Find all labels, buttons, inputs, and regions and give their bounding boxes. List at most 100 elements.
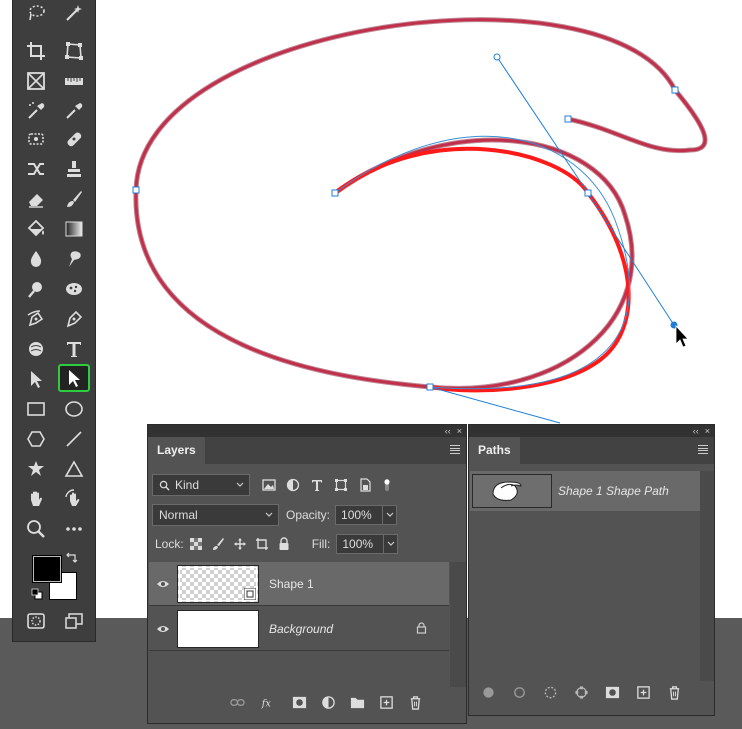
- more-tools-button[interactable]: [59, 516, 89, 542]
- paint-bucket-tool[interactable]: [21, 216, 51, 242]
- content-aware-move-tool[interactable]: [21, 156, 51, 182]
- blend-mode-dropdown[interactable]: Normal: [152, 504, 279, 526]
- lock-artboard-icon[interactable]: [253, 535, 271, 553]
- new-adjustment-layer-icon[interactable]: [319, 693, 337, 711]
- sponge-tool[interactable]: [59, 276, 89, 302]
- curvature-pen-tool[interactable]: [21, 306, 51, 332]
- visibility-toggle[interactable]: [149, 624, 177, 634]
- direction-handle-top[interactable]: [493, 53, 501, 61]
- anchor-point[interactable]: [331, 189, 339, 197]
- filter-smart-object-icon[interactable]: [356, 476, 374, 494]
- panel-menu-icon[interactable]: [450, 445, 460, 454]
- dodge-tool[interactable]: [21, 276, 51, 302]
- mixer-brush-tool[interactable]: [21, 336, 51, 362]
- custom-shape-tool[interactable]: [21, 456, 51, 482]
- lock-image-pixels-icon[interactable]: [209, 535, 227, 553]
- new-path-icon[interactable]: [634, 683, 652, 701]
- spot-healing-tool[interactable]: [21, 126, 51, 152]
- ellipse-tool[interactable]: [59, 396, 89, 422]
- load-as-selection-icon[interactable]: [541, 683, 559, 701]
- filter-type-icon[interactable]: [308, 476, 326, 494]
- filter-shape-icon[interactable]: [332, 476, 350, 494]
- layer-row-shape-1[interactable]: Shape 1: [149, 562, 449, 606]
- layer-row-background[interactable]: Background: [149, 607, 449, 651]
- fill-dropdown-button[interactable]: [384, 534, 399, 554]
- filter-toggle-switch[interactable]: [378, 476, 396, 494]
- opacity-dropdown-button[interactable]: [383, 505, 398, 525]
- lock-all-icon[interactable]: [275, 535, 293, 553]
- line-tool[interactable]: [59, 426, 89, 452]
- screen-mode-button[interactable]: [59, 608, 89, 634]
- pen-tool[interactable]: [59, 306, 89, 332]
- delete-path-icon[interactable]: [665, 683, 683, 701]
- gradient-tool[interactable]: [59, 216, 89, 242]
- direct-selection-tool[interactable]: [58, 364, 90, 392]
- collapse-panel-button[interactable]: ‹‹: [445, 426, 451, 436]
- filter-adjustment-icon[interactable]: [284, 476, 302, 494]
- eye-icon: [157, 580, 169, 587]
- layers-scrollbar[interactable]: [450, 562, 466, 687]
- anchor-point[interactable]: [584, 189, 592, 197]
- visibility-toggle[interactable]: [149, 579, 177, 589]
- lasso-tool[interactable]: [21, 0, 51, 26]
- tab-paths[interactable]: Paths: [469, 437, 520, 464]
- color-sampler-tool[interactable]: [59, 98, 89, 124]
- add-mask-icon[interactable]: [603, 683, 621, 701]
- lock-transparent-pixels-icon[interactable]: [187, 535, 205, 553]
- polygon-tool[interactable]: [21, 426, 51, 452]
- make-work-path-icon[interactable]: [572, 683, 590, 701]
- blur-tool[interactable]: [21, 246, 51, 272]
- default-colors-icon[interactable]: [31, 588, 43, 600]
- filter-kind-dropdown[interactable]: Kind: [152, 474, 250, 496]
- tab-layers[interactable]: Layers: [148, 437, 205, 464]
- anchor-point[interactable]: [564, 115, 572, 123]
- type-tool[interactable]: [59, 336, 89, 362]
- anchor-point[interactable]: [671, 86, 679, 94]
- delete-layer-icon[interactable]: [406, 693, 424, 711]
- triangle-tool[interactable]: [59, 456, 89, 482]
- zoom-tool[interactable]: [21, 516, 51, 542]
- path-name[interactable]: Shape 1 Shape Path: [558, 484, 669, 498]
- path-selection-tool[interactable]: [21, 366, 51, 392]
- anchor-point[interactable]: [426, 383, 434, 391]
- foreground-color-swatch[interactable]: [32, 555, 62, 583]
- anchor-point[interactable]: [132, 186, 140, 194]
- layer-thumbnail: [177, 609, 259, 648]
- filter-pixel-icon[interactable]: [260, 476, 278, 494]
- ruler-tool[interactable]: [59, 68, 89, 94]
- hand-tool[interactable]: [21, 486, 51, 512]
- new-group-icon[interactable]: [348, 693, 366, 711]
- paths-scrollbar[interactable]: [700, 471, 714, 681]
- stroke-path-icon[interactable]: [510, 683, 528, 701]
- layer-name[interactable]: Background: [269, 622, 333, 636]
- add-mask-icon[interactable]: [290, 693, 308, 711]
- path-row-shape-1[interactable]: Shape 1 Shape Path: [470, 471, 700, 511]
- rectangle-tool[interactable]: [21, 396, 51, 422]
- lock-position-icon[interactable]: [231, 535, 249, 553]
- rotate-view-tool[interactable]: [59, 486, 89, 512]
- clone-stamp-tool[interactable]: [59, 156, 89, 182]
- close-panel-button[interactable]: ×: [705, 426, 710, 436]
- new-layer-icon[interactable]: [377, 693, 395, 711]
- layer-style-fx-icon[interactable]: fx: [257, 693, 279, 711]
- frame-tool[interactable]: [21, 68, 51, 94]
- smudge-tool[interactable]: [59, 246, 89, 272]
- swap-colors-icon[interactable]: [65, 552, 79, 564]
- panel-menu-icon[interactable]: [698, 445, 708, 454]
- bandage-tool[interactable]: [59, 126, 89, 152]
- link-layers-icon[interactable]: [228, 693, 246, 711]
- direction-handle-bottom[interactable]: [670, 321, 678, 329]
- close-panel-button[interactable]: ×: [457, 426, 462, 436]
- brush-tool[interactable]: [59, 186, 89, 212]
- quick-mask-button[interactable]: [21, 608, 51, 634]
- fill-field[interactable]: 100%: [336, 534, 385, 554]
- crop-tool[interactable]: [21, 38, 51, 64]
- magic-wand-tool[interactable]: [59, 0, 89, 26]
- eyedropper-tool[interactable]: [21, 98, 51, 124]
- opacity-field[interactable]: 100%: [335, 505, 384, 525]
- eraser-tool[interactable]: [21, 186, 51, 212]
- perspective-crop-tool[interactable]: [59, 38, 89, 64]
- collapse-panel-button[interactable]: ‹‹: [693, 426, 699, 436]
- fill-path-icon[interactable]: [479, 683, 497, 701]
- layer-name[interactable]: Shape 1: [269, 577, 314, 591]
